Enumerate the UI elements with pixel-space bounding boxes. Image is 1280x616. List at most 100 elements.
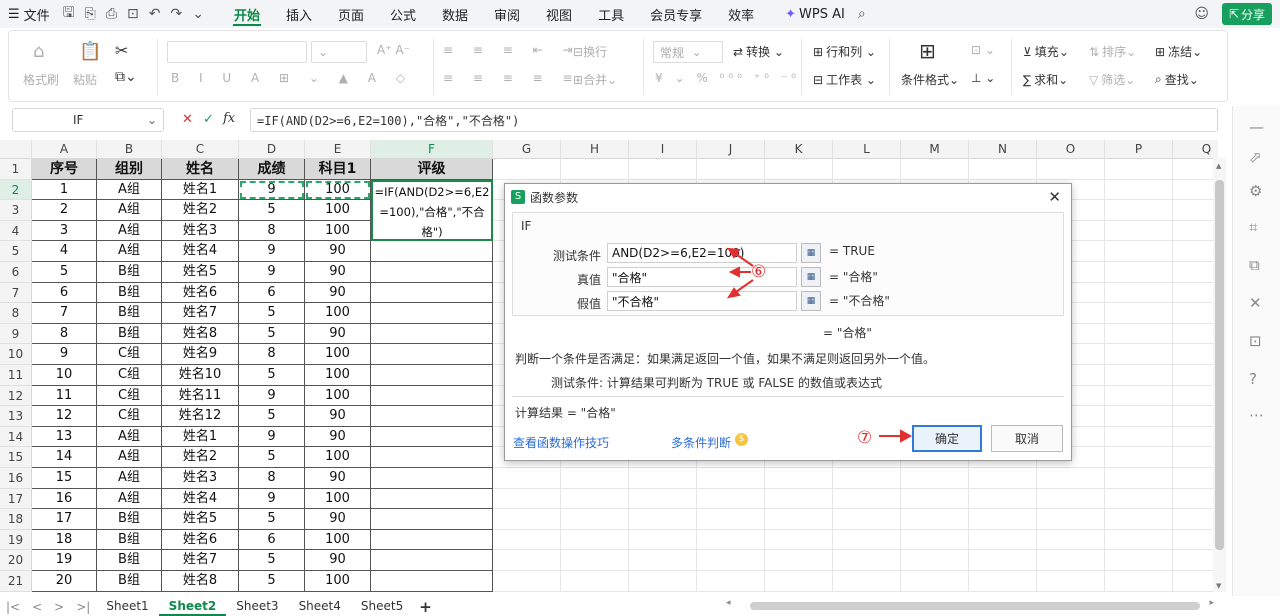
sheet-tab-2[interactable]: Sheet2 — [158, 597, 227, 616]
table-cell[interactable]: 姓名7 — [162, 550, 239, 571]
empty-cell[interactable] — [765, 550, 833, 571]
sum-button[interactable]: ∑ 求和 ⌄ — [1023, 71, 1068, 88]
empty-cell[interactable] — [765, 509, 833, 530]
tab-data[interactable]: 数据 — [429, 0, 481, 28]
table-cell[interactable]: 8 — [32, 323, 97, 345]
row-header-2[interactable]: 2 — [0, 179, 32, 201]
table-cell[interactable]: 10 — [32, 365, 97, 386]
column-header-B[interactable]: B — [97, 140, 162, 159]
row-header-16[interactable]: 16 — [0, 468, 32, 489]
table-cell[interactable]: 姓名9 — [162, 344, 239, 365]
table-header-cell[interactable]: 科目1 — [305, 159, 371, 180]
empty-cell[interactable] — [697, 550, 765, 571]
row-header-1[interactable]: 1 — [0, 159, 32, 180]
column-header-G[interactable]: G — [493, 140, 561, 159]
empty-cell[interactable] — [1105, 262, 1173, 283]
empty-cell[interactable] — [1173, 200, 1218, 221]
border-icon[interactable]: ⊥ ⌄ — [971, 71, 995, 85]
table-cell[interactable]: B组 — [97, 529, 162, 551]
scroll-up-icon[interactable]: ▲ — [1216, 162, 1221, 170]
table-cell[interactable]: 5 — [239, 509, 305, 530]
table-cell[interactable]: 12 — [32, 406, 97, 427]
column-header-M[interactable]: M — [901, 140, 969, 159]
empty-cell[interactable] — [901, 468, 969, 489]
table-cell[interactable]: B组 — [97, 282, 162, 304]
empty-cell[interactable] — [1105, 385, 1173, 407]
empty-cell[interactable] — [493, 529, 561, 551]
empty-cell[interactable] — [1037, 509, 1105, 530]
convert-button[interactable]: ⇄ 转换 ⌄ — [733, 43, 784, 60]
sidebar-help-icon[interactable]: ? — [1249, 370, 1257, 388]
table-cell[interactable]: A组 — [97, 200, 162, 221]
table-cell[interactable]: 90 — [305, 509, 371, 530]
empty-cell[interactable] — [493, 509, 561, 530]
empty-cell[interactable] — [833, 509, 901, 530]
empty-cell[interactable] — [561, 159, 629, 180]
tab-formula[interactable]: 公式 — [377, 0, 429, 28]
table-cell[interactable]: 90 — [305, 550, 371, 571]
table-cell[interactable]: 姓名7 — [162, 303, 239, 324]
column-header-E[interactable]: E — [305, 140, 371, 159]
select-all-corner[interactable] — [0, 140, 32, 159]
empty-cell[interactable] — [561, 550, 629, 571]
empty-cell[interactable] — [833, 571, 901, 592]
empty-cell[interactable] — [969, 509, 1037, 530]
empty-cell[interactable] — [1105, 344, 1173, 365]
worksheet-button[interactable]: ⊟ 工作表 ⌄ — [813, 71, 876, 88]
table-cell[interactable]: 90 — [305, 282, 371, 304]
table-cell[interactable]: 1 — [32, 179, 97, 201]
table-cell[interactable]: 100 — [305, 303, 371, 324]
export-icon[interactable]: ⎘ — [80, 6, 101, 22]
empty-cell[interactable] — [969, 159, 1037, 180]
active-cell-editor[interactable]: =IF(AND(D2>=6,E2 =100),"合格","不合 格") — [371, 179, 493, 242]
scroll-down-icon[interactable]: ▼ — [1216, 582, 1221, 590]
empty-cell[interactable] — [901, 509, 969, 530]
table-cell[interactable]: 100 — [305, 179, 371, 201]
paste-button[interactable]: 粘贴 — [73, 71, 97, 88]
table-cell[interactable]: 5 — [239, 200, 305, 221]
empty-cell[interactable] — [765, 571, 833, 592]
merge-button[interactable]: ⊞ 合并 ⌄ — [573, 71, 617, 88]
table-cell[interactable]: C组 — [97, 406, 162, 427]
rating-cell[interactable] — [371, 571, 493, 592]
table-cell[interactable]: 100 — [305, 365, 371, 386]
empty-cell[interactable] — [765, 468, 833, 489]
empty-cell[interactable] — [901, 529, 969, 551]
empty-cell[interactable] — [1173, 427, 1218, 448]
table-cell[interactable]: 100 — [305, 447, 371, 468]
sidebar-settings-icon[interactable]: ⚙ — [1249, 182, 1262, 200]
table-header-cell[interactable]: 姓名 — [162, 159, 239, 180]
empty-cell[interactable] — [1105, 426, 1173, 448]
empty-cell[interactable] — [1105, 241, 1173, 262]
rating-cell[interactable] — [371, 529, 493, 551]
sort-button[interactable]: ⇅ 排序 ⌄ — [1089, 43, 1136, 60]
empty-cell[interactable] — [901, 488, 969, 510]
empty-cell[interactable] — [1037, 571, 1105, 592]
row-header-18[interactable]: 18 — [0, 509, 32, 530]
table-cell[interactable]: 16 — [32, 488, 97, 510]
empty-cell[interactable] — [697, 571, 765, 592]
table-cell[interactable]: 9 — [239, 426, 305, 448]
column-header-I[interactable]: I — [629, 140, 697, 159]
copy-icon[interactable]: ⧉⌄ — [115, 69, 137, 85]
table-cell[interactable]: 11 — [32, 385, 97, 407]
row-header-8[interactable]: 8 — [0, 303, 32, 324]
empty-cell[interactable] — [629, 509, 697, 530]
paste-icon[interactable]: 📋 — [79, 41, 101, 62]
table-cell[interactable]: B组 — [97, 571, 162, 592]
table-cell[interactable]: C组 — [97, 344, 162, 365]
vertical-scroll-thumb[interactable] — [1215, 180, 1224, 550]
tab-view[interactable]: 视图 — [533, 0, 585, 28]
table-cell[interactable]: B组 — [97, 323, 162, 345]
table-cell[interactable]: A组 — [97, 241, 162, 262]
column-header-Q[interactable]: Q — [1173, 140, 1218, 159]
table-header-cell[interactable]: 成绩 — [239, 159, 305, 180]
empty-cell[interactable] — [1173, 406, 1218, 427]
cond-format-button[interactable]: 条件格式 ⌄ — [901, 71, 959, 88]
column-header-N[interactable]: N — [969, 140, 1037, 159]
sidebar-tools-icon[interactable]: ✕ — [1249, 294, 1262, 312]
table-cell[interactable]: 5 — [32, 262, 97, 283]
table-cell[interactable]: A组 — [97, 488, 162, 510]
rating-cell[interactable] — [371, 241, 493, 262]
sidebar-select-icon[interactable]: ⬀ — [1249, 148, 1262, 166]
